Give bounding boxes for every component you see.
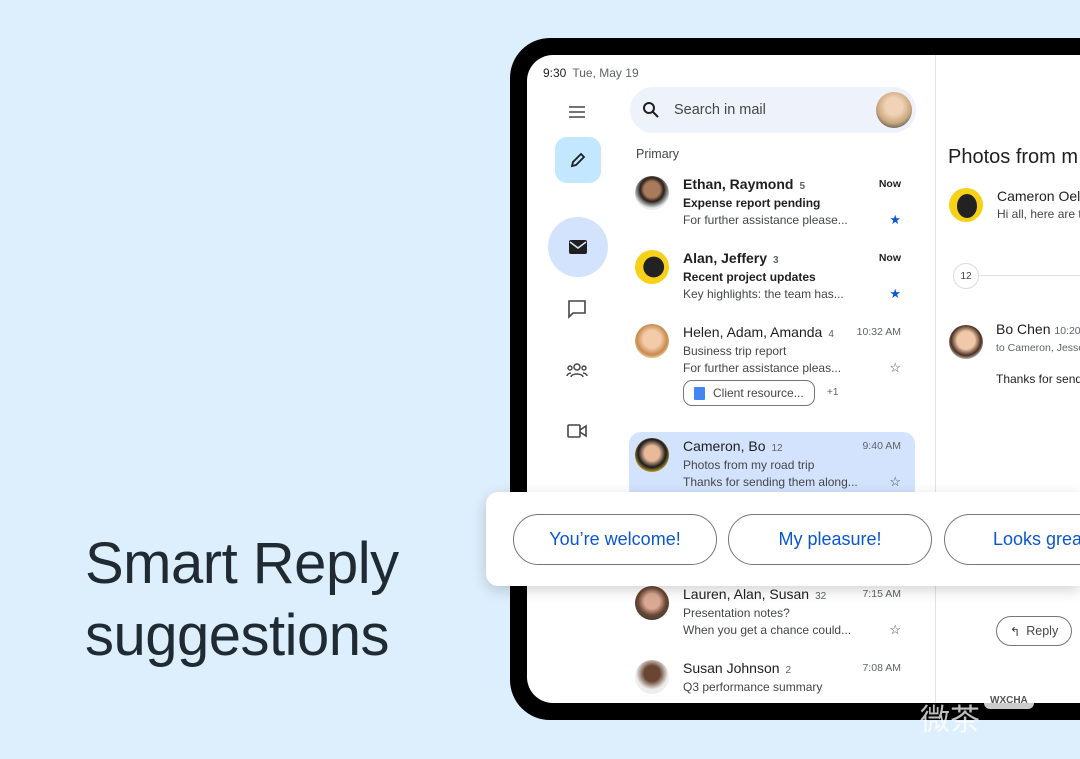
email-sender: Helen, Adam, Amanda 4 bbox=[683, 324, 834, 340]
email-sender: Alan, Jeffery 3 bbox=[683, 250, 779, 266]
document-icon bbox=[694, 386, 705, 400]
email-subject: Expense report pending bbox=[683, 196, 821, 210]
message-recipients: to Cameron, Jesse bbox=[996, 342, 1080, 354]
smart-reply-panel: You’re welcome! My pleasure! Looks grea bbox=[486, 492, 1080, 586]
compose-button[interactable] bbox=[555, 137, 601, 183]
email-snippet: When you get a chance could... bbox=[683, 623, 852, 637]
email-subject: Photos from my road trip bbox=[683, 458, 815, 472]
nav-meet[interactable] bbox=[563, 419, 591, 443]
email-subject: Presentation notes? bbox=[683, 606, 790, 620]
email-time: 10:32 AM bbox=[856, 326, 901, 338]
avatar bbox=[635, 324, 669, 358]
smart-reply-button[interactable]: You’re welcome! bbox=[513, 514, 717, 565]
email-subject: Business trip report bbox=[683, 344, 787, 358]
email-row[interactable]: Alan, Jeffery 3 Now Recent project update… bbox=[629, 244, 915, 314]
thread-count: 3 bbox=[773, 255, 779, 266]
thread-count: 2 bbox=[785, 665, 792, 676]
email-sender: Lauren, Alan, Susan 32 bbox=[683, 586, 827, 602]
email-row[interactable]: Helen, Adam, Amanda 4 10:32 AM Business t… bbox=[629, 318, 915, 418]
email-snippet: For further assistance please... bbox=[683, 213, 848, 227]
account-avatar[interactable] bbox=[876, 92, 912, 128]
email-snippet: Key highlights: the team has... bbox=[683, 287, 844, 301]
star-icon[interactable]: ★ bbox=[889, 286, 901, 302]
section-label: Primary bbox=[636, 147, 680, 161]
search-bar[interactable]: Search in mail bbox=[630, 87, 916, 133]
more-attachments: +1 bbox=[827, 387, 839, 398]
headline: Smart Reply suggestions bbox=[85, 531, 399, 668]
smart-reply-button[interactable]: Looks grea bbox=[944, 514, 1080, 565]
email-time: 7:08 AM bbox=[862, 662, 901, 674]
email-row[interactable]: Ethan, Raymond 5 Now Expense report pendi… bbox=[629, 170, 915, 240]
search-input[interactable]: Search in mail bbox=[674, 102, 766, 118]
thread-title: Photos from m bbox=[948, 146, 1079, 168]
thread-count: 5 bbox=[799, 181, 806, 192]
chat-icon bbox=[568, 300, 586, 319]
email-subject: Q3 performance summary bbox=[683, 680, 823, 694]
status-bar: 9:30 Tue, May 19 bbox=[543, 66, 639, 80]
message-snippet: Hi all, here are t bbox=[997, 207, 1080, 221]
avatar bbox=[949, 325, 983, 359]
email-snippet: Thanks for sending them along... bbox=[683, 475, 858, 489]
email-snippet: For further assistance pleas... bbox=[683, 361, 842, 375]
email-row[interactable]: Lauren, Alan, Susan 32 7:15 AM Presentati… bbox=[629, 580, 915, 650]
reply-button[interactable]: ↰ Reply bbox=[996, 616, 1072, 646]
avatar bbox=[949, 188, 983, 222]
email-subject: Recent project updates bbox=[683, 270, 816, 284]
mail-icon bbox=[569, 240, 587, 254]
email-sender: Cameron, Bo 12 bbox=[683, 438, 783, 454]
star-icon[interactable]: ☆ bbox=[889, 622, 901, 638]
thread-count: 4 bbox=[828, 329, 834, 340]
collapsed-line bbox=[979, 275, 1080, 276]
avatar bbox=[635, 586, 669, 620]
email-time: 9:40 AM bbox=[862, 440, 901, 452]
avatar bbox=[635, 176, 669, 210]
star-icon[interactable]: ☆ bbox=[889, 360, 901, 376]
star-icon[interactable]: ☆ bbox=[889, 474, 901, 490]
search-icon bbox=[643, 102, 659, 118]
collapsed-messages-count[interactable]: 12 bbox=[953, 263, 979, 289]
reply-icon: ↰ bbox=[1009, 624, 1021, 639]
message-body: Thanks for send bbox=[996, 372, 1080, 386]
people-icon bbox=[566, 363, 588, 378]
email-sender: Susan Johnson 2 bbox=[683, 660, 792, 676]
attachment-chip[interactable]: Client resource... bbox=[683, 380, 815, 406]
message-sender: Bo Chen 10:20 bbox=[996, 321, 1080, 337]
thread-count: 32 bbox=[815, 591, 827, 602]
email-sender: Ethan, Raymond 5 bbox=[683, 176, 806, 192]
email-time: Now bbox=[878, 178, 901, 190]
star-icon[interactable]: ★ bbox=[889, 212, 901, 228]
avatar bbox=[635, 660, 669, 694]
avatar bbox=[635, 250, 669, 284]
video-icon bbox=[567, 424, 587, 438]
email-time: 7:15 AM bbox=[862, 588, 901, 600]
avatar bbox=[635, 438, 669, 472]
menu-icon[interactable] bbox=[563, 101, 591, 123]
gmail-screen: 9:30 Tue, May 19 Search in mail Primary E… bbox=[527, 55, 1080, 703]
smart-reply-button[interactable]: My pleasure! bbox=[728, 514, 932, 565]
watermark: 微茶WXCHA bbox=[920, 692, 1034, 739]
nav-chat[interactable] bbox=[563, 297, 591, 321]
pane-divider bbox=[935, 55, 936, 703]
nav-mail[interactable] bbox=[548, 217, 608, 277]
email-time: Now bbox=[878, 252, 901, 264]
nav-spaces[interactable] bbox=[561, 358, 593, 382]
pencil-icon bbox=[570, 152, 586, 168]
email-row[interactable]: Susan Johnson 2 7:08 AM Q3 performance su… bbox=[629, 654, 915, 724]
thread-count: 12 bbox=[771, 443, 783, 454]
message-sender: Cameron Oel bbox=[997, 188, 1080, 204]
